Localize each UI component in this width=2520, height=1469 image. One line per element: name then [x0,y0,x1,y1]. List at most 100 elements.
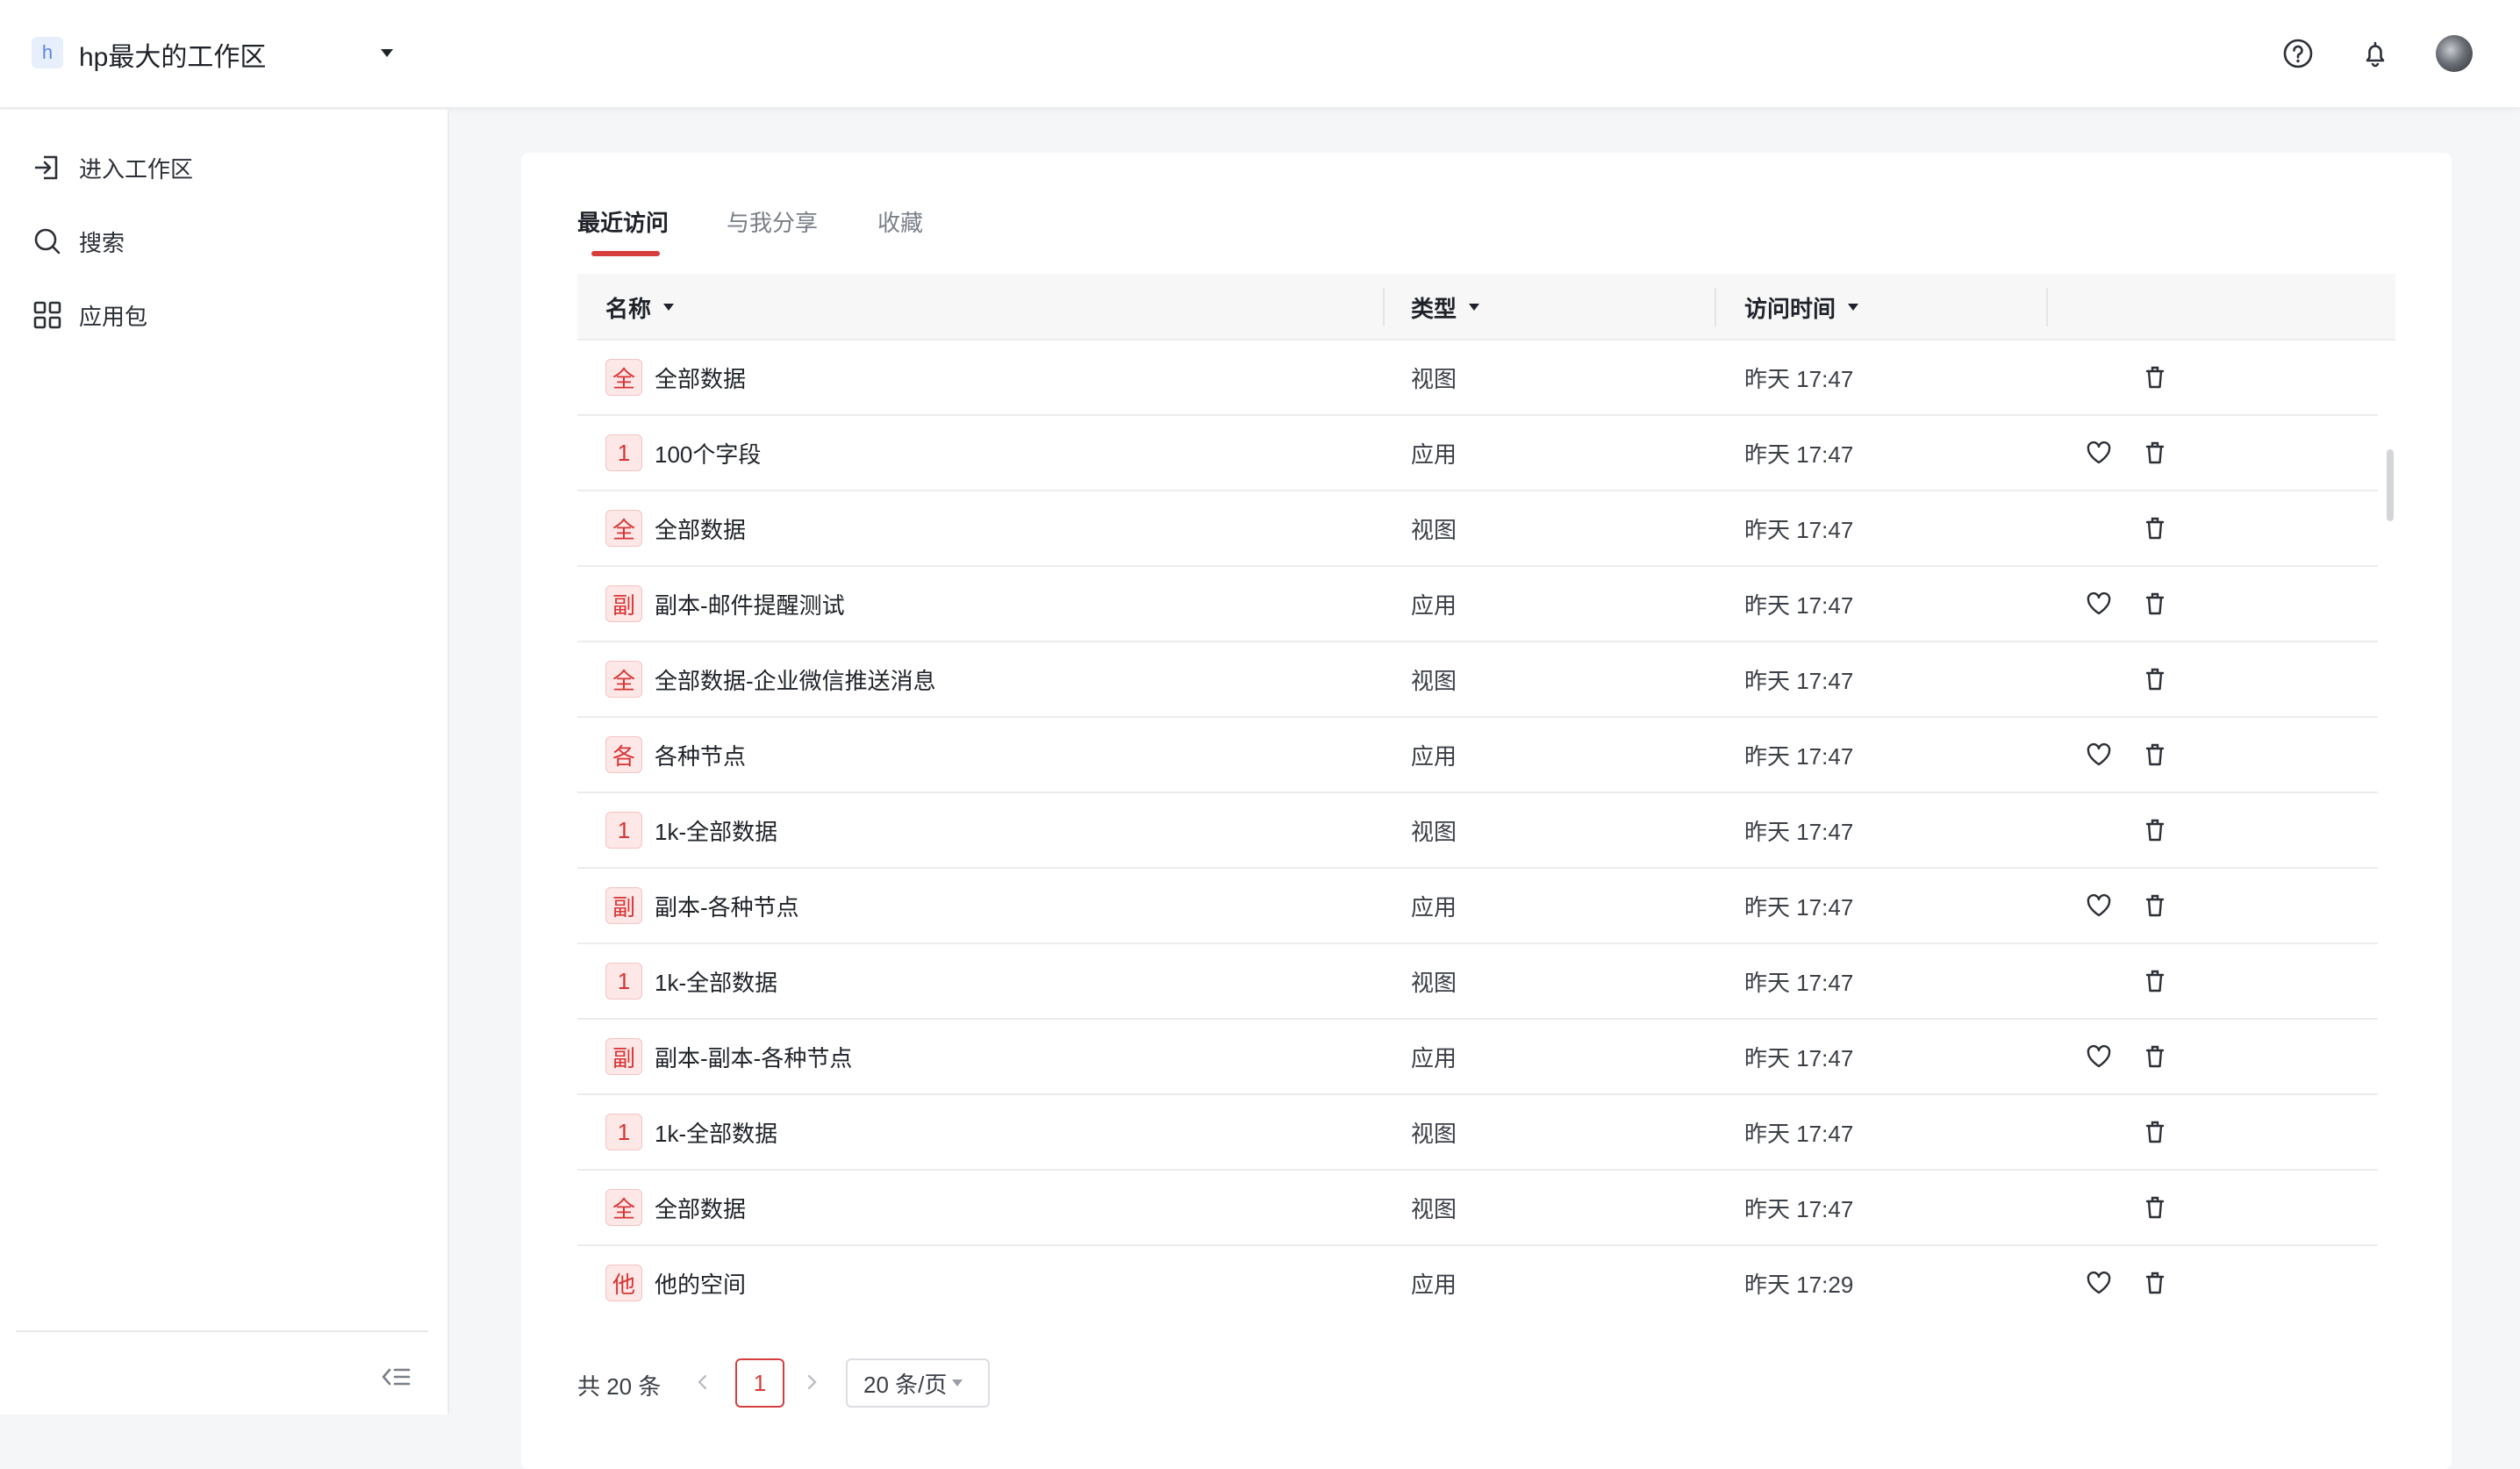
name-cell[interactable]: 1 1k-全部数据 [605,793,777,867]
delete-trash-icon[interactable] [2139,437,2171,469]
prev-page-icon[interactable] [690,1369,716,1395]
sidebar-item-label: 进入工作区 [79,155,194,183]
table-row[interactable]: 全全部数据 视图 昨天 17:47 [577,340,2378,416]
name-cell[interactable]: 全全部数据 [605,340,746,414]
item-name: 副本-副本-各种节点 [655,1044,853,1071]
tab-favorites[interactable]: 收藏 [877,205,923,238]
table-row[interactable]: 副副本-邮件提醒测试 应用 昨天 17:47 [577,567,2378,642]
page-button-current[interactable]: 1 [735,1358,784,1408]
sidebar-item-search[interactable]: 搜索 [32,220,125,262]
page-size-select[interactable]: 20 条/页 [846,1358,990,1408]
delete-trash-icon[interactable] [2139,739,2171,770]
sidebar-item-label: 应用包 [79,303,148,330]
favorite-heart-icon[interactable] [2083,588,2115,620]
delete-trash-icon[interactable] [2139,890,2171,921]
name-cell[interactable]: 副副本-各种节点 [605,869,799,942]
item-name: 1k-全部数据 [655,818,778,845]
workspace-name[interactable]: hp最大的工作区 [79,35,266,74]
favorite-heart-icon[interactable] [2083,1267,2115,1299]
delete-trash-icon[interactable] [2139,588,2171,620]
delete-trash-icon[interactable] [2139,512,2171,544]
item-badge: 1 [605,434,642,471]
table-row[interactable]: 副副本-各种节点 应用 昨天 17:47 [577,869,2378,944]
top-header: h hp最大的工作区 [0,0,2520,109]
table-row[interactable]: 副副本-副本-各种节点 应用 昨天 17:47 [577,1020,2378,1095]
type-cell: 应用 [1411,1271,1457,1298]
favorite-heart-icon[interactable] [2083,739,2115,770]
item-badge: 各 [605,736,642,773]
table-row[interactable]: 他他的空间 应用 昨天 17:29 [577,1246,2378,1306]
name-cell[interactable]: 他他的空间 [605,1246,746,1306]
delete-trash-icon[interactable] [2139,1267,2171,1299]
item-name: 全部数据 [655,516,747,543]
help-icon[interactable] [2280,35,2316,72]
sidebar-item-enter-workspace[interactable]: 进入工作区 [32,147,193,189]
table-row[interactable]: 各各种节点 应用 昨天 17:47 [577,718,2378,793]
name-cell[interactable]: 全全部数据 [605,1171,746,1244]
item-name: 100个字段 [655,441,762,468]
column-header-type[interactable]: 类型 [1411,274,1480,340]
time-cell: 昨天 17:47 [1744,818,1854,845]
name-cell[interactable]: 1 1k-全部数据 [605,1095,777,1169]
delete-trash-icon[interactable] [2139,965,2171,997]
table-row[interactable]: 全全部数据 视图 昨天 17:47 [577,491,2378,567]
table-row[interactable]: 1 1k-全部数据 视图 昨天 17:47 [577,944,2378,1020]
chevron-down-icon [952,1379,963,1387]
delete-trash-icon[interactable] [2139,663,2171,695]
bell-icon[interactable] [2357,35,2394,72]
name-cell[interactable]: 各各种节点 [605,718,746,792]
table-header: 名称 类型 访问时间 [577,274,2395,340]
favorite-heart-icon[interactable] [2083,437,2115,469]
next-page-icon[interactable] [798,1369,825,1395]
column-header-name[interactable]: 名称 [605,274,675,340]
sidebar-item-label: 搜索 [79,229,125,256]
item-badge: 他 [605,1265,642,1301]
collapse-sidebar-icon[interactable] [379,1359,414,1394]
type-cell: 应用 [1411,742,1457,770]
table-row[interactable]: 1 1k-全部数据 视图 昨天 17:47 [577,1095,2378,1171]
page-size-label: 20 条/页 [863,1371,948,1398]
column-header-label: 访问时间 [1744,295,1836,322]
column-header-time[interactable]: 访问时间 [1744,274,1859,340]
column-header-label: 类型 [1411,295,1457,322]
tab-recent[interactable]: 最近访问 [577,205,669,238]
name-cell[interactable]: 1 100个字段 [605,416,761,490]
enter-icon [34,155,58,180]
time-cell: 昨天 17:47 [1744,516,1854,543]
delete-trash-icon[interactable] [2139,814,2171,846]
favorite-heart-icon[interactable] [2083,890,2115,921]
item-badge: 副 [605,887,642,924]
sidebar-item-app-package[interactable]: 应用包 [32,294,147,336]
item-name: 全部数据-企业微信推送消息 [655,667,936,694]
table-row[interactable]: 1 1k-全部数据 视图 昨天 17:47 [577,793,2378,869]
type-cell: 应用 [1411,591,1457,619]
workspace-dropdown-icon[interactable] [381,49,393,57]
workspace-logo[interactable]: h [32,37,63,68]
type-cell: 视图 [1411,818,1457,845]
name-cell[interactable]: 全全部数据 [605,491,746,565]
delete-trash-icon[interactable] [2139,1041,2171,1072]
name-cell[interactable]: 全全部数据-企业微信推送消息 [605,642,936,716]
table-row[interactable]: 全全部数据 视图 昨天 17:47 [577,1171,2378,1246]
name-cell[interactable]: 副副本-邮件提醒测试 [605,567,845,641]
name-cell[interactable]: 副副本-副本-各种节点 [605,1020,852,1093]
time-cell: 昨天 17:47 [1744,1120,1854,1147]
grid-icon [33,301,61,329]
sort-caret-icon[interactable] [1469,304,1480,311]
tab-shared-with-me[interactable]: 与我分享 [727,205,818,238]
delete-trash-icon[interactable] [2139,1116,2171,1148]
type-cell: 视图 [1411,365,1457,392]
table-row[interactable]: 全全部数据-企业微信推送消息 视图 昨天 17:47 [577,642,2378,718]
sort-caret-icon[interactable] [1848,304,1859,311]
delete-trash-icon[interactable] [2139,362,2171,393]
name-cell[interactable]: 1 1k-全部数据 [605,944,777,1018]
user-avatar[interactable] [2436,35,2473,72]
item-badge: 副 [605,585,642,622]
delete-trash-icon[interactable] [2139,1192,2171,1223]
column-header-label: 名称 [605,295,652,322]
table-row[interactable]: 1 100个字段 应用 昨天 17:47 [577,416,2378,491]
table-scrollbar[interactable] [2387,449,2394,521]
sort-caret-icon[interactable] [663,304,675,311]
favorite-heart-icon[interactable] [2083,1041,2115,1072]
time-cell: 昨天 17:47 [1744,591,1854,619]
